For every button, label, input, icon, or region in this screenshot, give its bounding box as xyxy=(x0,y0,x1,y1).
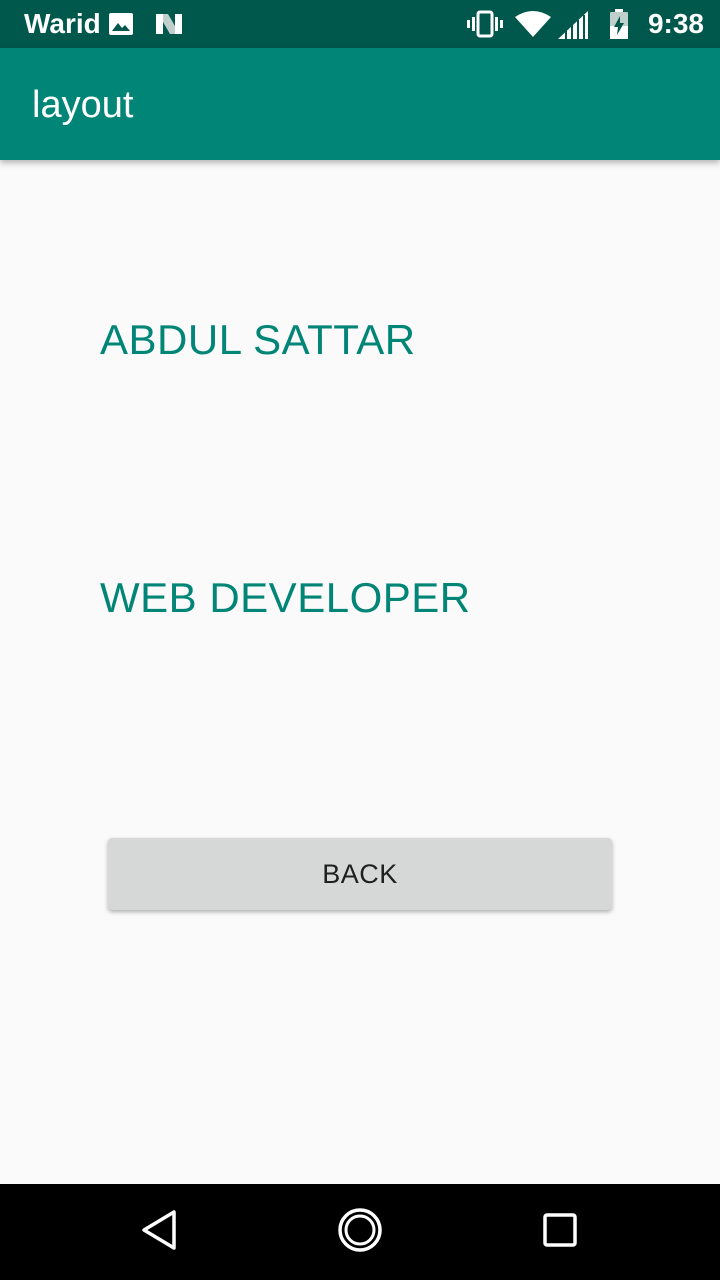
role-text: WEB DEVELOPER xyxy=(100,574,471,621)
status-bar: Warid 9:38 xyxy=(0,0,720,48)
recents-square-icon xyxy=(542,1212,578,1253)
app-title: layout xyxy=(32,84,134,126)
battery-charging-icon xyxy=(608,8,630,45)
back-triangle-icon xyxy=(140,1209,180,1256)
image-icon xyxy=(108,12,134,41)
status-time: 9:38 xyxy=(647,8,704,39)
signal-icon xyxy=(556,10,590,45)
wifi-icon xyxy=(514,10,552,43)
vibrate-icon xyxy=(466,10,504,43)
n-logo-icon xyxy=(154,12,184,41)
nav-home-button[interactable] xyxy=(300,1184,420,1280)
name-text: ABDUL SATTAR xyxy=(100,316,416,363)
carrier-name: Warid xyxy=(24,8,101,39)
nav-recents-button[interactable] xyxy=(500,1184,620,1280)
back-button[interactable]: BACK xyxy=(108,838,612,910)
nav-back-button[interactable] xyxy=(100,1184,220,1280)
home-circle-icon xyxy=(337,1207,383,1258)
app-bar: layout xyxy=(0,48,720,160)
navigation-bar xyxy=(0,1184,720,1280)
